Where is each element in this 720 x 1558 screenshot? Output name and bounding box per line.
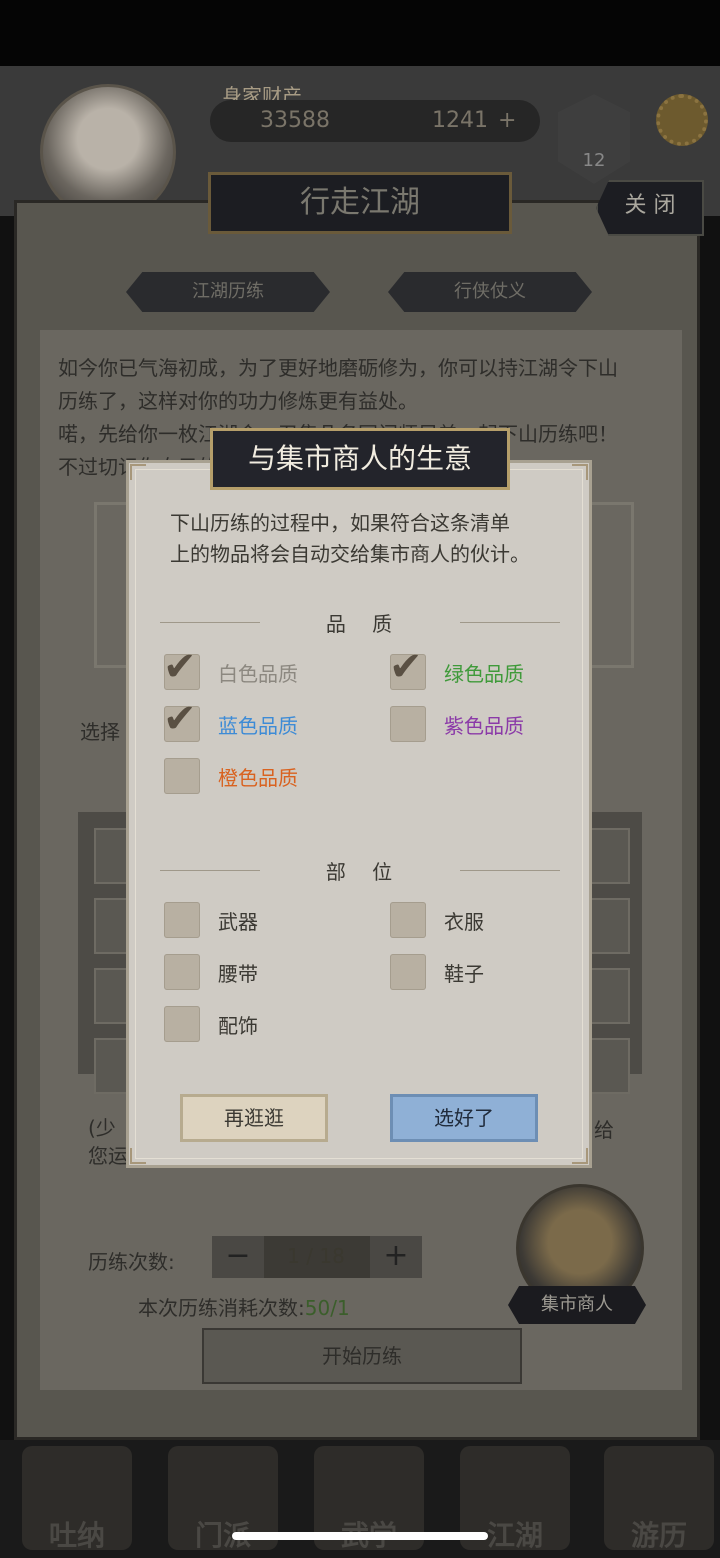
divider xyxy=(160,622,260,623)
badge-number: 12 xyxy=(582,150,606,171)
checkbox-weapon[interactable] xyxy=(164,902,200,938)
checkbox-green-quality[interactable] xyxy=(389,644,426,690)
label-green-quality: 绿色品质 xyxy=(444,662,524,686)
label-clothes: 衣服 xyxy=(444,910,484,934)
tab-training[interactable]: 江湖历练 xyxy=(126,272,330,312)
checkbox-clothes[interactable] xyxy=(390,902,426,938)
label-belt: 腰带 xyxy=(218,962,258,986)
checkbox-belt[interactable] xyxy=(164,954,200,990)
merchant-button[interactable]: 集市商人 xyxy=(508,1286,646,1324)
confirm-button[interactable]: 选好了 xyxy=(390,1094,538,1142)
panel-title: 行走江湖 xyxy=(208,172,512,234)
count-value: 1 / 18 xyxy=(287,1244,345,1268)
checkbox-blue-quality[interactable] xyxy=(163,696,200,742)
corner-ornament xyxy=(130,464,146,480)
label-blue-quality: 蓝色品质 xyxy=(218,714,298,738)
dialog-description: 下山历练的过程中，如果符合这条清单 上的物品将会自动交给集市商人的伙计。 xyxy=(170,511,530,566)
home-indicator[interactable] xyxy=(232,1532,488,1540)
corner-ornament xyxy=(572,1148,588,1164)
count-label: 历练次数: xyxy=(88,1250,175,1274)
checkbox-orange-quality[interactable] xyxy=(164,758,200,794)
corner-ornament xyxy=(572,464,588,480)
close-button[interactable]: 关 闭 xyxy=(596,180,704,236)
note-text-right: 给 xyxy=(594,1118,614,1142)
label-purple-quality: 紫色品质 xyxy=(444,714,524,738)
divider xyxy=(460,870,560,871)
minus-button[interactable]: − xyxy=(212,1236,264,1278)
divider xyxy=(160,870,260,871)
gear-icon[interactable] xyxy=(656,94,708,146)
browse-more-button[interactable]: 再逛逛 xyxy=(180,1094,328,1142)
plus-button[interactable]: + xyxy=(370,1236,422,1278)
label-weapon: 武器 xyxy=(218,910,258,934)
dialog-title: 与集市商人的生意 xyxy=(210,428,510,490)
label-accessory: 配饰 xyxy=(218,1014,258,1038)
nav-label: 游历 xyxy=(630,1519,687,1552)
divider xyxy=(460,622,560,623)
quality-header: 品 质 xyxy=(325,612,403,636)
checkbox-shoes[interactable] xyxy=(390,954,426,990)
label-orange-quality: 橙色品质 xyxy=(218,766,298,790)
consume-value: 50/1 xyxy=(304,1296,350,1320)
label-white-quality: 白色品质 xyxy=(218,662,298,686)
corner-ornament xyxy=(130,1148,146,1164)
add-currency-button[interactable]: + xyxy=(498,108,516,133)
nav-label: 吐纳 xyxy=(48,1519,105,1552)
jade-amount: 1241 xyxy=(432,108,488,133)
consume-text: 本次历练消耗次数:50/1 xyxy=(138,1296,350,1320)
checkbox-white-quality[interactable] xyxy=(163,644,200,690)
slot-header: 部 位 xyxy=(325,860,403,884)
note-text: (少 您运 xyxy=(88,1116,128,1168)
status-bar xyxy=(0,0,720,66)
label-shoes: 鞋子 xyxy=(444,962,484,986)
checkbox-purple-quality[interactable] xyxy=(390,706,426,742)
start-training-button[interactable]: 开始历练 xyxy=(202,1328,522,1384)
tab-chivalry[interactable]: 行侠仗义 xyxy=(388,272,592,312)
select-label: 选择 xyxy=(80,720,120,744)
gold-amount: 33588 xyxy=(260,108,330,133)
checkbox-accessory[interactable] xyxy=(164,1006,200,1042)
